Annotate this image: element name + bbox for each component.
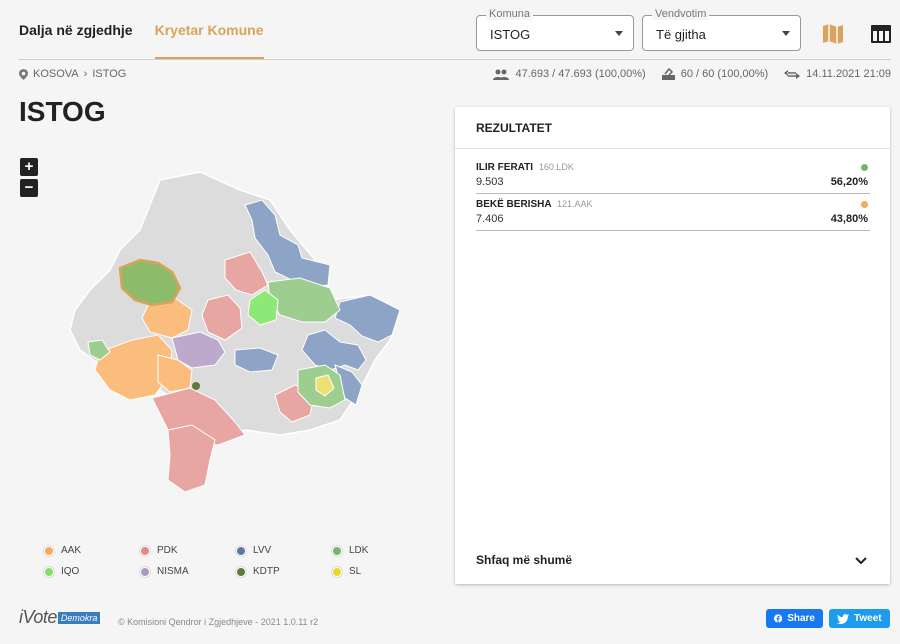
header: Dalja në zgjedhje Kryetar Komune Komuna … [0, 0, 900, 60]
komuna-select-value: ISTOG [490, 27, 531, 42]
results-divider [455, 148, 890, 149]
sync-arrows-icon [784, 69, 801, 79]
location-pin-icon [19, 68, 28, 80]
candidate-party: 121.AAK [556, 199, 593, 209]
party-color-dot [861, 201, 868, 208]
map-region-kdtp[interactable] [192, 382, 200, 390]
legend-item-lvv: LVV [236, 545, 332, 556]
header-divider [19, 59, 891, 60]
legend-label-iqo: IQO [61, 566, 80, 577]
map-icon[interactable] [821, 22, 845, 46]
candidate-name: BEKË BERISHA 121.AAK [476, 199, 593, 210]
candidate-row[interactable]: BEKË BERISHA 121.AAK 7.406 43,80% [476, 199, 870, 231]
caret-down-icon [782, 31, 790, 36]
candidate-party: 160.LDK [538, 162, 574, 172]
legend-dot-sl [332, 566, 342, 577]
candidate-name-text: ILIR FERATI [476, 162, 534, 173]
table-icon[interactable] [869, 22, 893, 46]
legend-label-sl: SL [349, 566, 362, 577]
breadcrumb: KOSOVA › ISTOG [19, 68, 126, 80]
candidate-name: ILIR FERATI 160.LDK [476, 162, 574, 173]
stations-stat: 60 / 60 (100,00%) [661, 68, 769, 80]
candidate-row[interactable]: ILIR FERATI 160.LDK 9.503 56,20% [476, 162, 870, 194]
legend-dot-nisma [140, 566, 150, 577]
legend-item-aak: AAK [44, 545, 140, 556]
legend-label-lvv: LVV [253, 545, 272, 556]
tab-mayor[interactable]: Kryetar Komune [154, 0, 264, 60]
party-legend: AAK PDK LVV LDK IQO NISMA KDTP SL [44, 545, 384, 577]
voters-stat: 47.693 / 47.693 (100,00%) [493, 68, 646, 80]
results-title: REZULTATET [476, 121, 552, 135]
candidate-votes: 7.406 [476, 213, 504, 225]
tweet-label: Tweet [854, 613, 882, 624]
legend-dot-pdk [140, 545, 150, 556]
people-icon [493, 69, 510, 80]
legend-item-nisma: NISMA [140, 566, 236, 577]
twitter-bird-icon [837, 613, 849, 624]
candidate-name-text: BEKË BERISHA [476, 199, 552, 210]
zoom-in-button[interactable]: + [20, 158, 38, 176]
stations-value: 60 / 60 (100,00%) [680, 68, 769, 80]
results-panel: REZULTATET ILIR FERATI 160.LDK 9.503 56,… [455, 107, 890, 584]
map-region-pdk-south[interactable] [167, 424, 216, 493]
tab-bar: Dalja në zgjedhje Kryetar Komune [19, 0, 286, 60]
legend-item-ldk: LDK [332, 545, 412, 556]
kosovo-municipality-map[interactable] [40, 160, 420, 510]
facebook-share-button[interactable]: Share [766, 609, 823, 628]
legend-dot-kdtp [236, 566, 246, 577]
updated-stat: 14.11.2021 21:09 [784, 68, 891, 80]
legend-item-kdtp: KDTP [236, 566, 332, 577]
ballot-box-icon [661, 68, 675, 80]
breadcrumb-current: ISTOG [92, 68, 127, 80]
tweet-button[interactable]: Tweet [829, 609, 890, 628]
legend-dot-ldk [332, 545, 342, 556]
candidate-votes: 9.503 [476, 176, 504, 188]
legend-dot-iqo [44, 566, 54, 577]
updated-value: 14.11.2021 21:09 [806, 68, 891, 80]
caret-down-icon [615, 31, 623, 36]
legend-item-sl: SL [332, 566, 412, 577]
chevron-down-icon[interactable] [854, 553, 868, 567]
legend-label-ldk: LDK [349, 545, 369, 556]
show-more-button[interactable]: Shfaq më shumë [476, 553, 572, 567]
candidate-percent: 56,20% [830, 176, 868, 188]
copyright: © Komisioni Qendror i Zgjedhjeve - 2021 … [118, 617, 319, 627]
party-color-dot [861, 164, 868, 171]
stats-bar: 47.693 / 47.693 (100,00%) 60 / 60 (100,0… [477, 68, 891, 80]
page-title: ISTOG [19, 96, 106, 127]
brand-tag: Demokra [57, 611, 101, 624]
voters-value: 47.693 / 47.693 (100,00%) [515, 68, 646, 80]
facebook-icon [774, 614, 783, 623]
vendvotim-select-label: Vendvotim [652, 8, 710, 20]
legend-dot-lvv [236, 545, 246, 556]
komuna-select[interactable]: Komuna ISTOG [476, 8, 634, 51]
legend-item-iqo: IQO [44, 566, 140, 577]
breadcrumb-separator: › [83, 68, 88, 80]
legend-label-kdtp: KDTP [253, 566, 280, 577]
legend-item-pdk: PDK [140, 545, 236, 556]
legend-dot-aak [44, 545, 54, 556]
zoom-out-button[interactable]: − [20, 179, 38, 197]
facebook-share-label: Share [787, 613, 815, 624]
legend-label-pdk: PDK [157, 545, 178, 556]
legend-label-aak: AAK [61, 545, 82, 556]
komuna-select-label: Komuna [486, 8, 533, 20]
legend-label-nisma: NISMA [157, 566, 189, 577]
vendvotim-select[interactable]: Vendvotim Të gjitha [642, 8, 801, 51]
brand-logo[interactable]: iVote Demokra [19, 607, 101, 628]
breadcrumb-root[interactable]: KOSOVA [33, 68, 79, 80]
candidate-percent: 43,80% [830, 213, 868, 225]
tab-turnout[interactable]: Dalja në zgjedhje [19, 0, 133, 60]
vendvotim-select-value: Të gjitha [656, 27, 706, 42]
brand-name: iVote [19, 607, 57, 627]
